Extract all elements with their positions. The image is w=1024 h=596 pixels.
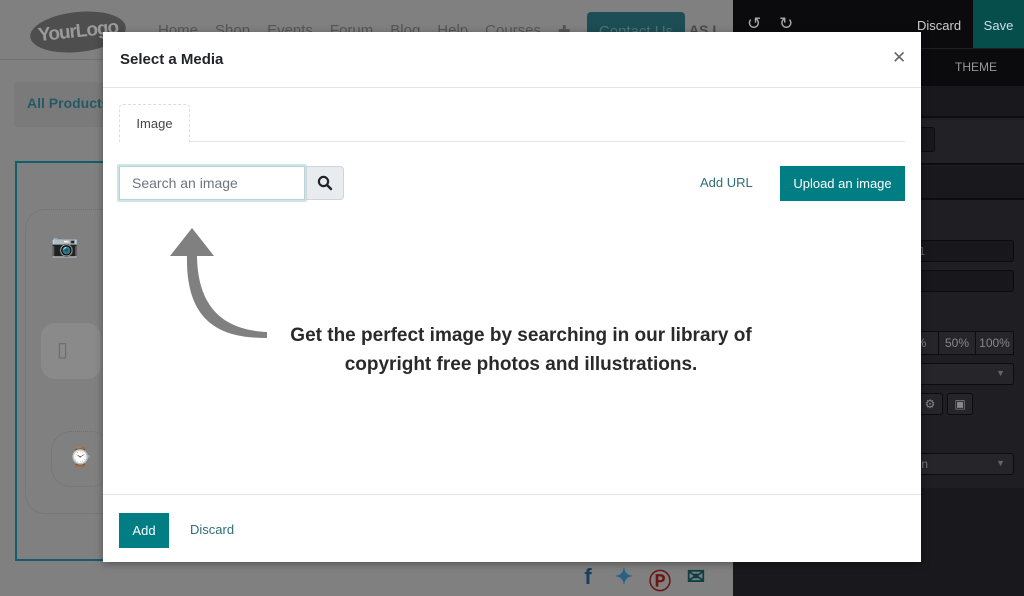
undo-icon[interactable]: ↺ [747,14,761,34]
twitter-icon: ✦ [614,564,634,589]
size-option-100[interactable]: 100% [975,331,1014,355]
envelope-icon: ✉ [686,564,706,589]
pinterest-icon: Ⓟ [648,569,671,594]
search-hint-text: Get the perfect image by searching in ou… [290,325,752,375]
product-snippet: 📷 ▯ ⌚ [15,161,125,561]
close-icon[interactable]: ✕ [892,48,906,68]
search-input[interactable] [119,166,305,200]
curved-arrow-icon [170,228,267,338]
dialog-footer: Add Discard [103,494,921,562]
size-option-50[interactable]: 50% [938,331,976,355]
redo-icon[interactable]: ↻ [779,14,793,34]
social-links: f ✦ Ⓟ ✉ [576,564,708,596]
caret-down-icon: ▼ [996,368,1005,378]
search-field-wrapper [117,164,307,202]
tab-image[interactable]: Image [119,104,190,143]
phone-icon: ▯ [57,339,69,361]
add-button[interactable]: Add [119,513,169,548]
camera-icon: 📷 [51,233,79,258]
search-button[interactable] [306,166,344,200]
all-products-bar: All Products [14,82,114,127]
select-media-dialog: Select a Media ✕ Image Add URL Upload an… [103,32,921,562]
dialog-header: Select a Media ✕ [103,32,921,88]
caret-down-icon: ▼ [996,458,1005,468]
watch-icon: ⌚ [69,447,92,467]
editor-save-button[interactable]: Save [973,0,1024,48]
phone-card [41,323,101,379]
discard-button[interactable]: Discard [190,522,234,537]
upload-image-button[interactable]: Upload an image [780,166,905,201]
facebook-icon: f [584,564,592,589]
image-icon[interactable]: ▣ [947,393,973,415]
media-tabs: Image [119,104,905,143]
add-url-link[interactable]: Add URL [700,175,753,190]
search-icon [317,175,333,191]
tab-theme[interactable]: THEME [955,60,997,74]
editor-discard-button[interactable]: Discard [917,18,961,33]
dialog-title: Select a Media [120,51,224,68]
